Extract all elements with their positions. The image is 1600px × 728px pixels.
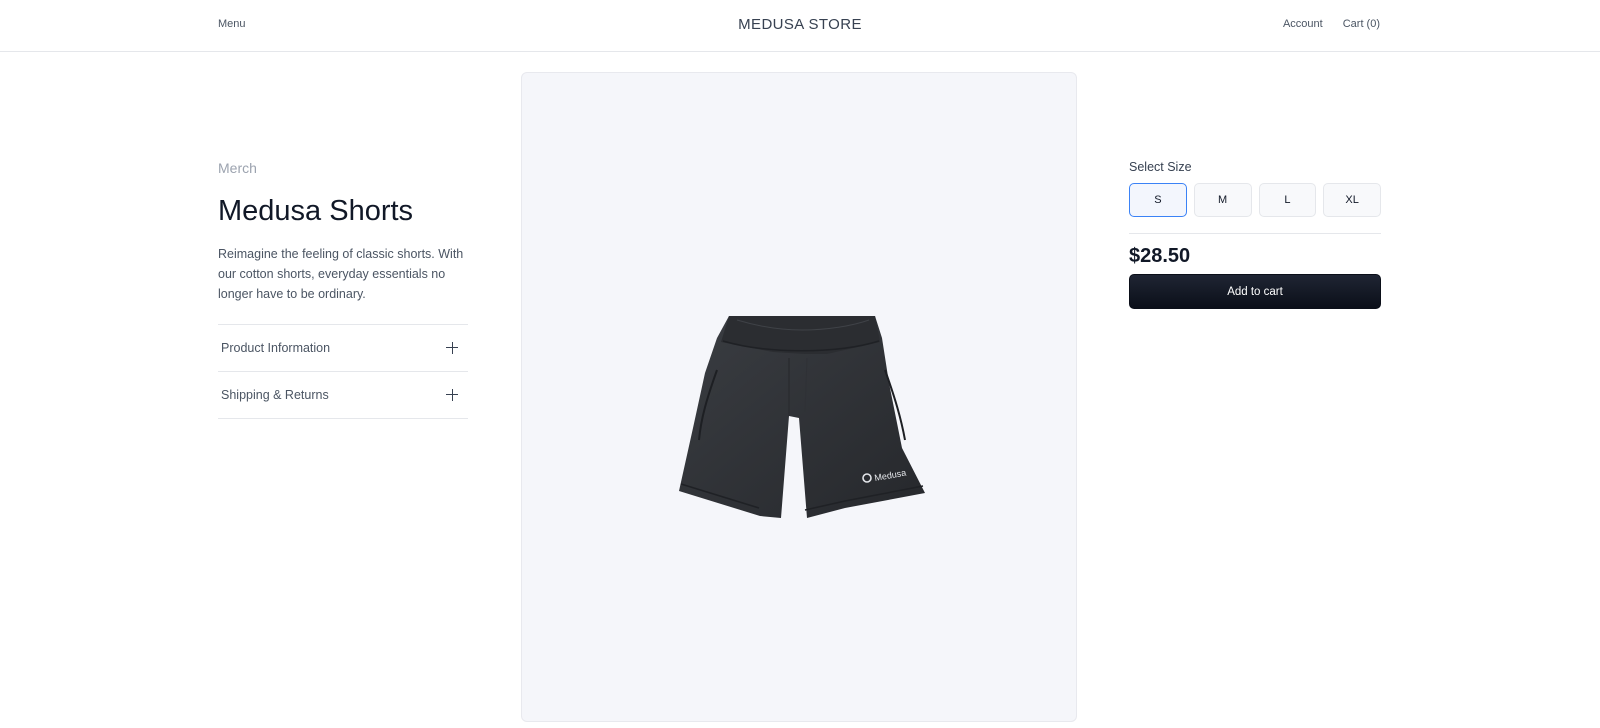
size-options: S M L XL [1129,183,1381,217]
accordion-label: Shipping & Returns [221,387,329,402]
cart-link[interactable]: Cart (0) [1343,18,1380,30]
divider [1129,233,1381,234]
plus-icon[interactable] [446,341,458,354]
accordion-label: Product Information [221,340,331,355]
size-option-l[interactable]: L [1258,183,1317,217]
size-option-s[interactable]: S [1129,183,1187,217]
product-info-column: Merch Medusa Shorts Reimagine the feelin… [218,160,468,419]
accordion-shipping-returns[interactable]: Shipping & Returns [218,372,468,419]
add-to-cart-button[interactable]: Add to cart [1129,274,1381,309]
collection-link[interactable]: Merch [218,160,468,176]
size-option-m[interactable]: M [1193,183,1252,217]
product-price: $28.50 [1129,245,1191,267]
select-size-label: Select Size [1129,160,1192,174]
plus-icon[interactable] [446,388,458,401]
product-title: Medusa Shorts [218,195,414,227]
size-option-xl[interactable]: XL [1323,183,1381,217]
product-description: Reimagine the feeling of classic shorts.… [218,246,464,301]
purchase-column: Select Size S M L XL $28.50 Add to cart [1129,160,1381,309]
account-link[interactable]: Account [1283,18,1323,30]
product-accordion: Product Information Shipping & Returns [218,323,468,419]
header-actions: Account Cart (0) [1283,18,1380,30]
store-name-link[interactable]: MEDUSA STORE [738,16,862,33]
site-header: Menu MEDUSA STORE Account Cart (0) [0,0,1600,52]
product-image-shorts: Medusa [679,316,925,518]
product-image-panel: Medusa [521,72,1077,722]
accordion-product-information[interactable]: Product Information [218,325,468,372]
